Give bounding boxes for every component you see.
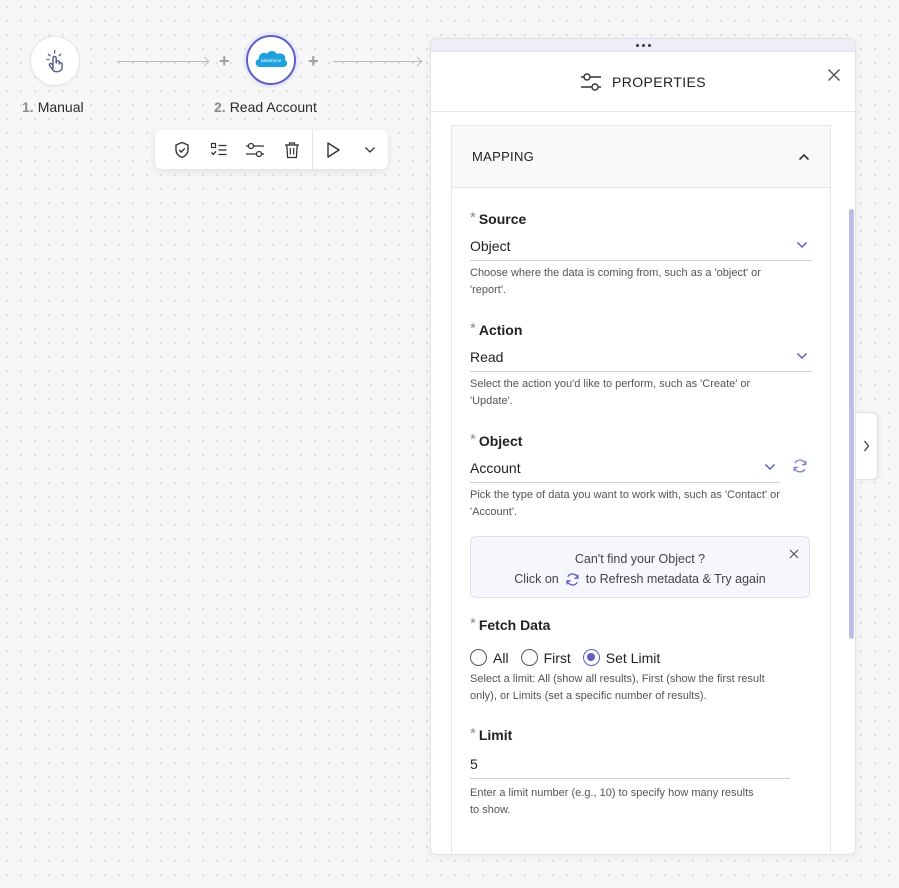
object-field: * Object Account Pick the type of data yo… bbox=[470, 431, 812, 521]
action-label: * Action bbox=[470, 319, 523, 339]
sliders-icon bbox=[581, 72, 601, 91]
mapping-section: MAPPING * Source Object Choose where the … bbox=[451, 125, 831, 854]
source-value: Object bbox=[470, 237, 511, 254]
limit-field: * Limit 5 Enter a limit number (e.g., 10)… bbox=[470, 725, 812, 819]
node-title: Read Account bbox=[229, 99, 317, 115]
action-select[interactable]: Read bbox=[470, 342, 812, 372]
connector-line bbox=[117, 61, 209, 62]
checklist-button[interactable] bbox=[201, 130, 238, 169]
pointer-click-icon bbox=[46, 50, 63, 73]
node-manual-label: 1. Manual bbox=[22, 99, 84, 115]
play-icon bbox=[327, 141, 340, 158]
radio-circle[interactable] bbox=[470, 649, 487, 666]
radio-all[interactable]: All bbox=[470, 649, 509, 666]
chevron-down-icon bbox=[796, 241, 808, 249]
scrollbar-thumb[interactable] bbox=[849, 209, 854, 639]
object-select[interactable]: Account bbox=[470, 453, 780, 483]
source-help-text: Choose where the data is coming from, su… bbox=[470, 267, 761, 296]
add-step-button[interactable]: + bbox=[308, 52, 319, 70]
toolbar-divider bbox=[312, 130, 313, 169]
fetch-data-help-text: Select a limit: All (show all results), … bbox=[470, 673, 765, 702]
sliders-icon bbox=[246, 142, 265, 157]
close-icon bbox=[789, 549, 799, 559]
refresh-metadata-button[interactable] bbox=[792, 458, 810, 476]
radio-circle[interactable] bbox=[520, 649, 538, 666]
chevron-up-icon[interactable] bbox=[798, 153, 810, 161]
salesforce-logo-text: salesforce bbox=[261, 58, 282, 63]
required-marker: * bbox=[470, 430, 476, 448]
radio-circle-selected[interactable] bbox=[582, 649, 600, 666]
limit-label: * Limit bbox=[470, 724, 513, 744]
delete-button[interactable] bbox=[274, 130, 311, 169]
connector-arrow bbox=[199, 56, 210, 67]
radio-first[interactable]: First bbox=[520, 649, 571, 666]
connector-line bbox=[333, 61, 422, 62]
node-manual-circle[interactable] bbox=[30, 36, 80, 86]
required-marker: * bbox=[470, 208, 476, 226]
connector-arrow bbox=[412, 56, 423, 67]
source-select[interactable]: Object bbox=[470, 231, 812, 261]
action-value: Read bbox=[470, 348, 504, 365]
node-title: Manual bbox=[37, 99, 84, 115]
panel-drag-handle[interactable] bbox=[431, 39, 855, 52]
action-field: * Action Read Select the action you'd lik… bbox=[470, 320, 812, 410]
node-read-account-label: 2. Read Account bbox=[214, 99, 317, 115]
node-read-account[interactable]: salesforce bbox=[246, 35, 296, 85]
section-title: MAPPING bbox=[472, 149, 535, 164]
action-help-text: Select the action you'd like to perform,… bbox=[470, 378, 751, 407]
limit-input[interactable]: 5 bbox=[470, 749, 790, 779]
node-number: 1. bbox=[22, 99, 34, 115]
drag-dots-icon bbox=[635, 43, 651, 47]
fetch-data-radio-group: All First Set Limit bbox=[470, 649, 812, 666]
properties-button[interactable] bbox=[237, 130, 274, 169]
properties-panel: PROPERTIES MAPPING * Source Object Choos… bbox=[430, 38, 856, 855]
radio-set-limit[interactable]: Set Limit bbox=[582, 649, 660, 666]
fetch-data-label: * Fetch Data bbox=[470, 614, 551, 634]
validate-button[interactable] bbox=[164, 130, 201, 169]
panel-scroll-area: MAPPING * Source Object Choose where the … bbox=[431, 113, 855, 854]
notice-title: Can't find your Object ? bbox=[574, 552, 706, 566]
refresh-icon bbox=[793, 459, 807, 473]
run-button[interactable] bbox=[315, 130, 352, 169]
panel-title: PROPERTIES bbox=[612, 73, 706, 90]
chevron-down-icon bbox=[364, 146, 375, 153]
required-marker: * bbox=[470, 724, 476, 742]
close-panel-button[interactable] bbox=[825, 66, 843, 84]
more-options-button[interactable] bbox=[351, 130, 388, 169]
notice-instruction: Click on to Refresh metadata & Try again bbox=[514, 572, 766, 587]
shield-check-icon bbox=[175, 141, 189, 158]
checklist-icon bbox=[210, 142, 227, 155]
mapping-section-header[interactable]: MAPPING bbox=[452, 126, 830, 188]
dismiss-notice-button[interactable] bbox=[788, 546, 800, 559]
node-number: 2. bbox=[214, 99, 226, 115]
limit-help-text: Enter a limit number (e.g., 10) to speci… bbox=[470, 787, 754, 816]
close-icon bbox=[828, 69, 840, 81]
object-value: Account bbox=[470, 459, 521, 476]
refresh-icon[interactable] bbox=[565, 572, 580, 587]
scrollbar-track[interactable] bbox=[848, 113, 855, 854]
chevron-down-icon bbox=[764, 463, 776, 471]
object-help-text: Pick the type of data you want to work w… bbox=[470, 489, 780, 518]
node-read-account-circle[interactable]: salesforce bbox=[246, 35, 296, 85]
chevron-down-icon bbox=[796, 352, 808, 360]
limit-value: 5 bbox=[470, 755, 478, 772]
trash-icon bbox=[284, 141, 299, 158]
required-marker: * bbox=[470, 319, 476, 337]
refresh-metadata-notice: Can't find your Object ? Click on to Ref… bbox=[470, 536, 810, 598]
source-label: * Source bbox=[470, 208, 527, 228]
node-manual[interactable] bbox=[30, 36, 80, 86]
expand-panel-handle[interactable] bbox=[856, 412, 878, 480]
salesforce-logo: salesforce bbox=[255, 51, 288, 68]
chevron-right-icon bbox=[863, 440, 870, 452]
node-toolbar bbox=[155, 130, 388, 169]
source-field: * Source Object Choose where the data is … bbox=[470, 209, 812, 299]
add-step-button[interactable]: + bbox=[219, 52, 230, 70]
object-label: * Object bbox=[470, 430, 523, 450]
required-marker: * bbox=[470, 614, 476, 632]
fetch-data-field: * Fetch Data All First Set Limit Select a… bbox=[470, 615, 812, 705]
panel-header: PROPERTIES bbox=[431, 52, 855, 112]
